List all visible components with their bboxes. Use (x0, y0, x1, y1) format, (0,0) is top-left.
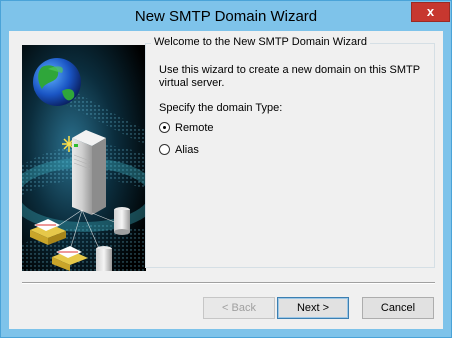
radio-remote[interactable]: Remote (159, 120, 279, 136)
wizard-window: New SMTP Domain Wizard x Welcome to the … (0, 0, 452, 338)
domain-type-label: Specify the domain Type: (159, 102, 283, 114)
radio-circle[interactable] (159, 144, 170, 155)
next-button[interactable]: Next > (277, 297, 349, 319)
radio-circle[interactable] (159, 122, 170, 133)
separator-highlight (22, 283, 435, 284)
wizard-illustration (22, 45, 146, 271)
close-button[interactable]: x (411, 2, 450, 22)
radio-alias[interactable]: Alias (159, 142, 279, 158)
back-button[interactable]: < Back (203, 297, 275, 319)
wizard-client-area: Welcome to the New SMTP Domain Wizard Us… (9, 31, 443, 329)
title-bar[interactable]: New SMTP Domain Wizard x (1, 1, 451, 31)
globe-server-mail-illustration (22, 45, 146, 271)
radio-selected-dot (163, 126, 166, 129)
radio-remote-label[interactable]: Remote (175, 120, 214, 136)
radio-alias-label[interactable]: Alias (175, 142, 199, 158)
group-title: Welcome to the New SMTP Domain Wizard (151, 36, 370, 48)
description-text: Use this wizard to create a new domain o… (159, 64, 420, 89)
cancel-button[interactable]: Cancel (362, 297, 434, 319)
close-icon: x (426, 4, 435, 19)
window-title: New SMTP Domain Wizard (134, 8, 318, 25)
